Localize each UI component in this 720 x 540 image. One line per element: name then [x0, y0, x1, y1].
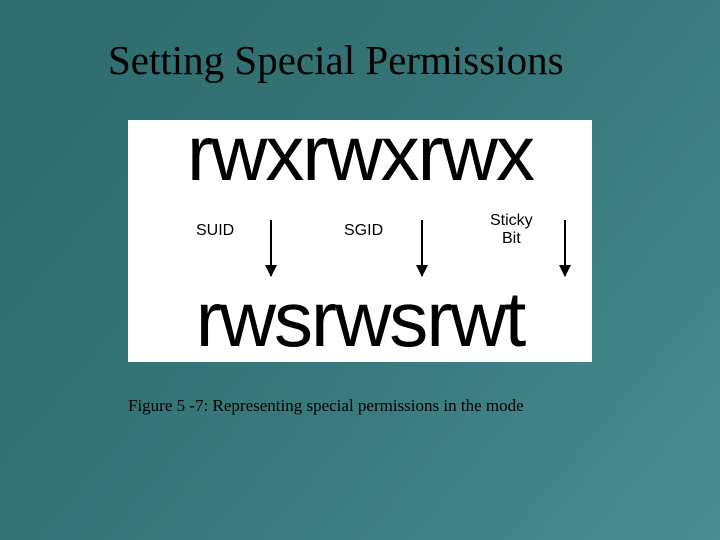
page-title: Setting Special Permissions — [108, 36, 564, 84]
arrow-suid — [270, 220, 272, 276]
figure-caption: Figure 5 -7: Representing special permis… — [128, 396, 524, 416]
owner-after: rws — [196, 280, 311, 358]
group-after: rws — [311, 280, 426, 358]
arrow-sticky — [564, 220, 566, 276]
owner-before: rwx — [187, 114, 302, 192]
permissions-figure: rwxrwxrwx SUID SGID Sticky Bit rwsrwsrwt — [128, 120, 592, 362]
slide: Setting Special Permissions rwxrwxrwx SU… — [0, 0, 720, 540]
permissions-after: rwsrwsrwt — [128, 280, 592, 358]
group-before: rwx — [302, 114, 417, 192]
other-before: rwx — [418, 114, 533, 192]
permissions-before: rwxrwxrwx — [128, 114, 592, 192]
other-after: rwt — [426, 280, 524, 358]
arrow-sgid — [421, 220, 423, 276]
